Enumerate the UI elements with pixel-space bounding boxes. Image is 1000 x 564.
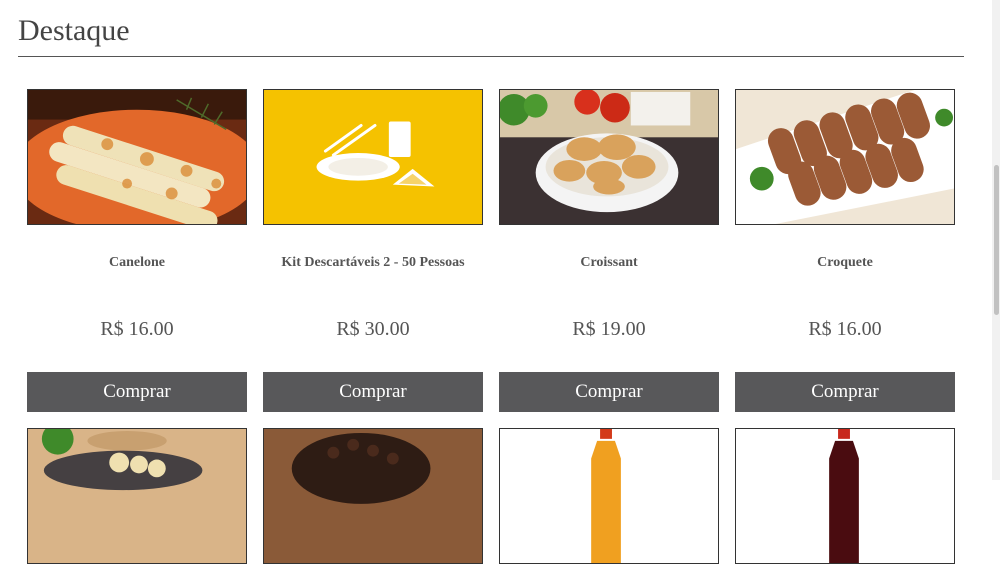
product-name[interactable]: Kit Descartáveis 2 - 50 Pessoas	[263, 255, 483, 271]
product-image-chocolate-cake[interactable]	[263, 428, 483, 564]
section-title: Destaque	[18, 14, 130, 47]
buy-button[interactable]: Comprar	[735, 372, 955, 412]
product-price: R$ 16.00	[100, 318, 174, 340]
product-image-croquete[interactable]	[735, 89, 955, 225]
product-image-cola[interactable]	[735, 428, 955, 564]
product-card	[735, 428, 955, 564]
product-image-croissant[interactable]	[499, 89, 719, 225]
buy-button[interactable]: Comprar	[499, 372, 719, 412]
scrollbar-thumb[interactable]	[994, 165, 999, 315]
product-card: Kit Descartáveis 2 - 50 Pessoas R$ 30.00…	[263, 89, 483, 428]
buy-button[interactable]: Comprar	[263, 372, 483, 412]
page-scrollbar[interactable]	[992, 0, 1000, 480]
product-name[interactable]: Canelone	[27, 255, 247, 271]
product-price: R$ 16.00	[808, 318, 882, 340]
product-grid: Canelone R$ 16.00 Comprar Kit Descartáve…	[27, 89, 957, 564]
product-name[interactable]: Croissant	[499, 255, 719, 271]
product-card: Croissant R$ 19.00 Comprar	[499, 89, 719, 428]
product-card	[27, 428, 247, 564]
product-price: R$ 30.00	[336, 318, 410, 340]
product-image-orange-soda[interactable]	[499, 428, 719, 564]
title-divider	[18, 56, 964, 57]
product-card: Canelone R$ 16.00 Comprar	[27, 89, 247, 428]
product-card: Croquete R$ 16.00 Comprar	[735, 89, 955, 428]
product-name[interactable]: Croquete	[735, 255, 955, 271]
product-card	[263, 428, 483, 564]
buy-button[interactable]: Comprar	[27, 372, 247, 412]
product-image-canelone[interactable]	[27, 89, 247, 225]
product-image-savory-platter[interactable]	[27, 428, 247, 564]
product-card	[499, 428, 719, 564]
product-image-disposable-kit[interactable]	[263, 89, 483, 225]
product-price: R$ 19.00	[572, 318, 646, 340]
